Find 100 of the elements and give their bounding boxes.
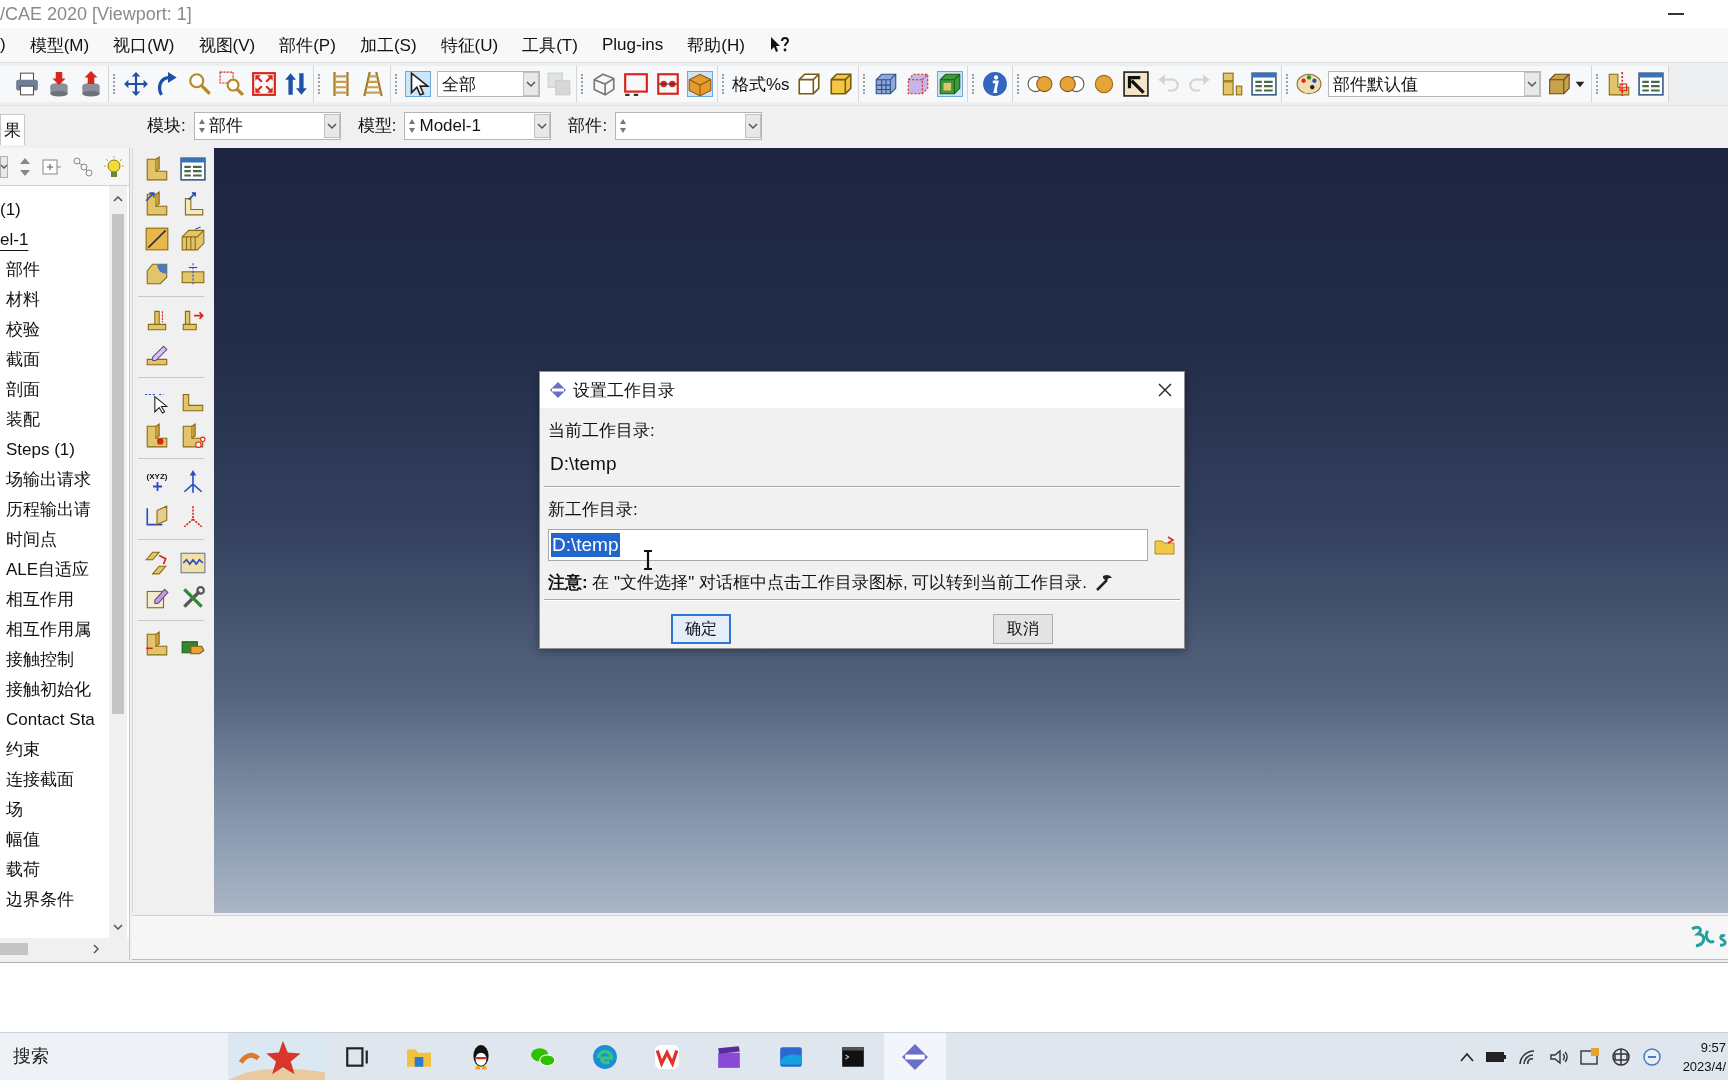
- tree-item[interactable]: 材料: [0, 285, 40, 315]
- tree-item[interactable]: 相互作用: [0, 585, 74, 615]
- tree-item[interactable]: 场输出请求: [0, 465, 91, 495]
- scrollbar-thumb[interactable]: [112, 214, 124, 714]
- scrollbar[interactable]: [0, 938, 129, 960]
- speaker-icon[interactable]: [1548, 1048, 1569, 1065]
- tree-item[interactable]: ALE自适应: [0, 555, 90, 585]
- ladder-icon[interactable]: [360, 71, 386, 97]
- format-label: 格式%s: [732, 73, 790, 96]
- table-window-icon[interactable]: [1637, 71, 1664, 97]
- dropdown[interactable]: 全部: [437, 71, 540, 97]
- menu-item[interactable]: 帮助(H): [687, 33, 745, 57]
- clapperboard-icon: [716, 1043, 742, 1070]
- scissors-block-icon[interactable]: [180, 422, 206, 449]
- tree-item[interactable]: 边界条件: [0, 885, 74, 915]
- tools-icon[interactable]: [180, 584, 206, 611]
- tree-item[interactable]: 剖面: [0, 375, 40, 405]
- shaded-cube-icon[interactable]: [936, 71, 963, 97]
- zoom-box-icon[interactable]: [219, 71, 245, 97]
- table-window-icon[interactable]: [1250, 71, 1277, 97]
- box-icon[interactable]: [687, 71, 713, 97]
- help-pointer-icon[interactable]: [768, 35, 789, 55]
- menu-item[interactable]: ): [0, 35, 6, 55]
- input-method-icon[interactable]: [1610, 1046, 1631, 1067]
- chevron-up-icon[interactable]: [113, 196, 123, 202]
- menu-item[interactable]: 工具(T): [522, 33, 578, 57]
- dialog-button[interactable]: 确定: [671, 614, 731, 644]
- up-down-arrows-icon: [619, 117, 628, 134]
- up-down-arrows-icon[interactable]: [283, 71, 309, 97]
- slash-tile-icon[interactable]: [144, 225, 170, 252]
- tree-item[interactable]: el-1: [0, 225, 29, 255]
- cube-outline-icon[interactable]: [795, 71, 822, 97]
- field-label: 当前工作目录:: [548, 420, 655, 442]
- battery-icon[interactable]: [1484, 1050, 1507, 1063]
- hammer-icon[interactable]: [1095, 573, 1114, 591]
- tree-item[interactable]: 幅值: [0, 825, 40, 855]
- info-icon[interactable]: [981, 71, 1008, 97]
- printer-icon[interactable]: [14, 71, 40, 97]
- dropdown[interactable]: 部件默认值: [1327, 71, 1541, 97]
- menu-item[interactable]: 加工(S): [359, 33, 417, 57]
- parallelogram-arrow-icon[interactable]: [144, 549, 170, 576]
- menu-item[interactable]: 部件(P): [279, 33, 336, 57]
- fit-view-icon[interactable]: [251, 71, 277, 97]
- tree-item[interactable]: 部件: [0, 255, 40, 285]
- tree-item[interactable]: 装配: [0, 405, 40, 435]
- menu-item[interactable]: 视口(W): [113, 33, 175, 57]
- chevron-right-icon[interactable]: [93, 944, 99, 954]
- cube-dropdown-icon[interactable]: [1546, 71, 1587, 97]
- monitor-badge-icon[interactable]: [1579, 1047, 1600, 1066]
- tree-item[interactable]: Steps (1): [0, 435, 75, 465]
- tree-item[interactable]: 历程输出请: [0, 495, 91, 525]
- dropdown[interactable]: 部件: [193, 111, 341, 140]
- input-field[interactable]: D:\temp: [548, 529, 1148, 561]
- l-block-icon[interactable]: [144, 630, 170, 657]
- dashed-rect-icon[interactable]: [623, 71, 649, 97]
- dotted-frame-icon[interactable]: [655, 71, 681, 97]
- tree-item[interactable]: 相互作用属: [0, 615, 91, 645]
- ribbed-block-icon[interactable]: [180, 225, 206, 252]
- split-block-icon[interactable]: [180, 260, 206, 287]
- zoom-icon[interactable]: [187, 71, 213, 97]
- menu-item[interactable]: 视图(V): [198, 33, 256, 57]
- close-icon[interactable]: [1158, 383, 1172, 397]
- table-window-icon[interactable]: [180, 155, 206, 182]
- tree-item[interactable]: 校验: [0, 315, 40, 345]
- round-badge-icon[interactable]: [1641, 1046, 1662, 1067]
- tree-item[interactable]: 接触控制: [0, 645, 74, 675]
- l-block-icon[interactable]: [144, 155, 170, 182]
- plus-icon[interactable]: [152, 482, 162, 491]
- move-arrows-icon[interactable]: [123, 71, 149, 97]
- tree-item[interactable]: 时间点: [0, 525, 57, 555]
- chevron-up-icon[interactable]: [1459, 1051, 1474, 1062]
- lightbulb-icon[interactable]: [104, 155, 124, 178]
- dialog-button[interactable]: 取消: [993, 614, 1053, 644]
- dropdown[interactable]: Model-1: [404, 111, 552, 140]
- scrollbar-thumb[interactable]: [0, 943, 28, 955]
- tree-item[interactable]: 场: [0, 795, 23, 825]
- tree-item[interactable]: 载荷: [0, 855, 40, 885]
- tree-item[interactable]: (1): [0, 195, 21, 225]
- tree-item[interactable]: 接触初始化: [0, 675, 91, 705]
- search-field[interactable]: 搜索: [0, 1033, 228, 1080]
- tree-item[interactable]: Contact Sta: [0, 705, 95, 735]
- wire-box-icon[interactable]: [591, 71, 617, 97]
- palette-icon[interactable]: [1295, 71, 1322, 97]
- cube-icon[interactable]: [827, 71, 854, 97]
- l-block-icon[interactable]: [144, 422, 170, 449]
- folder-icon[interactable]: [1154, 535, 1176, 555]
- tree-nodes-icon[interactable]: [73, 156, 93, 177]
- scrollbar[interactable]: [109, 186, 127, 938]
- l-block-arrow-icon[interactable]: [144, 190, 170, 217]
- tree-item[interactable]: 约束: [0, 735, 40, 765]
- menu-item[interactable]: 模型(M): [29, 33, 90, 57]
- tab[interactable]: 果: [0, 114, 25, 145]
- tree-item[interactable]: 连接截面: [0, 765, 74, 795]
- directory-path: D:\temp: [549, 452, 617, 476]
- pointer-icon[interactable]: [405, 71, 431, 97]
- tree-item[interactable]: 截面: [0, 345, 40, 375]
- menu-item[interactable]: 特征(U): [440, 33, 499, 57]
- menu-item[interactable]: Plug-ins: [601, 35, 664, 55]
- chevron-down-icon[interactable]: [113, 924, 123, 930]
- arrow-tile-icon[interactable]: [1122, 71, 1149, 97]
